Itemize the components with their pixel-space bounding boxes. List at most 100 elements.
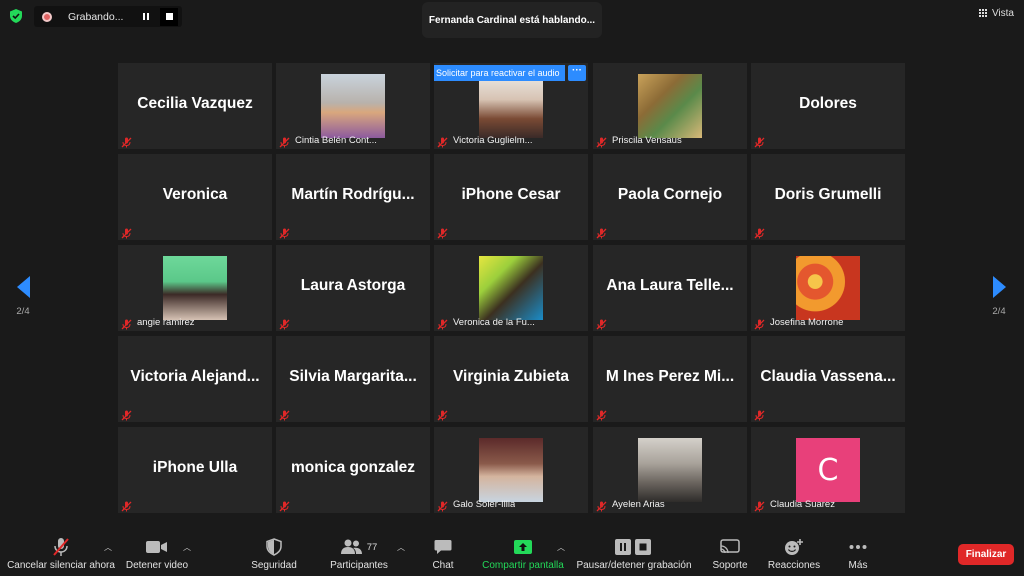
tile-footer [121,224,132,238]
participant-name: M Ines Perez Mi... [605,368,735,385]
participant-tile[interactable]: Ana Laura Telle... [593,245,747,331]
security-button[interactable]: Seguridad [246,536,302,571]
microphone-muted-icon [121,408,132,420]
tile-footer [121,133,132,147]
participants-label: Participantes [330,560,388,571]
tile-footer [279,406,290,420]
participant-name: Doris Grumelli [774,186,882,203]
tile-footer [437,406,448,420]
participant-name: Ana Laura Telle... [606,277,734,294]
security-label: Seguridad [251,560,297,571]
participant-tile[interactable]: Veronica [118,154,272,240]
participant-tile[interactable]: Silvia Margarita... [276,336,430,422]
tile-footer [754,406,765,420]
request-unmute-button[interactable]: Solicitar para reactivar el audio [434,65,565,81]
participant-name: Veronica [162,186,228,203]
chat-label: Chat [432,560,454,571]
participant-video [479,438,543,502]
participants-button[interactable]: 77 Participantes [326,536,392,571]
active-speaker-notice: Fernanda Cardinal está hablando... [422,2,602,38]
microphone-muted-icon [596,135,607,147]
smiley-add-icon [785,539,803,555]
stop-video-label: Detener video [125,560,189,571]
page-indicator-left: 2/4 [16,306,30,317]
participant-tile[interactable]: angie ramirez [118,245,272,331]
end-meeting-button[interactable]: Finalizar [958,544,1014,565]
participants-count: 77 [366,541,378,553]
participant-label: Claudia Suarez [770,498,835,510]
recording-label: Grabando... [68,10,124,23]
participant-tile[interactable]: iPhone Cesar [434,154,588,240]
participant-tile[interactable]: Claudia Vassena... [751,336,905,422]
participant-tile[interactable]: Laura Astorga [276,245,430,331]
reactions-button[interactable]: Reacciones [766,536,822,571]
tile-footer: Veronica de la Fu... [437,315,535,329]
more-button[interactable]: Más [840,536,876,571]
tile-footer [596,315,607,329]
share-options-caret-icon[interactable]: ︿ [557,542,565,553]
pause-recording-icon[interactable] [138,9,154,25]
participant-tile[interactable]: Cecilia Vazquez [118,63,272,149]
video-options-caret-icon[interactable]: ︿ [183,542,191,553]
participant-name: Virginia Zubieta [453,368,569,385]
tile-footer [596,224,607,238]
audio-options-caret-icon[interactable]: ︿ [104,542,112,553]
participant-name: Dolores [799,95,857,112]
participant-tile[interactable]: Veronica de la Fu... [434,245,588,331]
video-camera-icon [146,541,167,553]
participant-video [479,256,543,320]
stop-video-button[interactable]: Detener video [122,536,192,571]
participant-tile[interactable]: Doris Grumelli [751,154,905,240]
participant-name: monica gonzalez [290,459,416,476]
participant-tile[interactable]: Solicitar para reactivar el audio ··· Vict… [434,63,588,149]
recording-dot-icon [42,11,52,22]
participant-tile[interactable]: Virginia Zubieta [434,336,588,422]
view-button[interactable]: Vista [978,8,1014,19]
microphone-muted-icon [596,408,607,420]
microphone-muted-icon [437,135,448,147]
participant-tile[interactable]: Martín Rodrígu... [276,154,430,240]
pause-stop-recording-label: Pausar/detener grabación [576,560,692,571]
participant-tile[interactable]: Victoria Alejand... [118,336,272,422]
participant-tile[interactable]: Paola Cornejo [593,154,747,240]
participant-video [479,74,543,138]
support-label: Soporte [712,560,748,571]
next-page-button[interactable]: 2/4 [984,276,1014,317]
share-screen-label: Compartir pantalla [482,560,564,571]
participant-tile[interactable]: M Ines Perez Mi... [593,336,747,422]
participant-tile[interactable]: Dolores [751,63,905,149]
microphone-muted-icon [754,317,765,329]
pause-stop-recording-button[interactable]: Pausar/detener grabación [574,536,694,571]
tile-footer: Cintia Belén Cont... [279,133,377,147]
participant-tile[interactable]: Priscila Vensaus [593,63,747,149]
microphone-muted-icon [596,499,607,511]
participant-tile[interactable]: Ayelen Arias [593,427,747,513]
participant-tile[interactable]: Galo Soler-Illia [434,427,588,513]
tile-more-options-button[interactable]: ··· [568,65,586,81]
participant-tile[interactable]: Cintia Belén Cont... [276,63,430,149]
previous-page-button[interactable]: 2/4 [8,276,38,317]
unmute-button[interactable]: Cancelar silenciar ahora [6,536,116,571]
tile-footer: Josefina Morrone [754,315,843,329]
microphone-muted-icon [754,135,765,147]
participant-tile[interactable]: monica gonzalez [276,427,430,513]
stop-recording-icon[interactable] [160,7,178,26]
participant-tile[interactable]: C Claudia Suarez [751,427,905,513]
participant-name: Claudia Vassena... [760,368,896,385]
participant-label: Josefina Morrone [770,316,844,328]
participant-name: Martín Rodrígu... [291,186,415,203]
participant-tile[interactable]: Josefina Morrone [751,245,905,331]
participants-options-caret-icon[interactable]: ︿ [397,542,405,553]
shield-icon [266,538,282,556]
participant-video [796,256,860,320]
microphone-muted-icon [279,408,290,420]
share-screen-button[interactable]: Compartir pantalla [478,536,568,571]
microphone-muted-icon [121,499,132,511]
support-button[interactable]: Soporte [710,536,750,571]
microphone-muted-icon [53,538,69,556]
microphone-muted-icon [437,226,448,238]
participant-tile[interactable]: iPhone Ulla [118,427,272,513]
page-indicator-right: 2/4 [992,306,1006,317]
recording-indicator: Grabando... [34,6,182,27]
chat-button[interactable]: Chat [426,536,460,571]
